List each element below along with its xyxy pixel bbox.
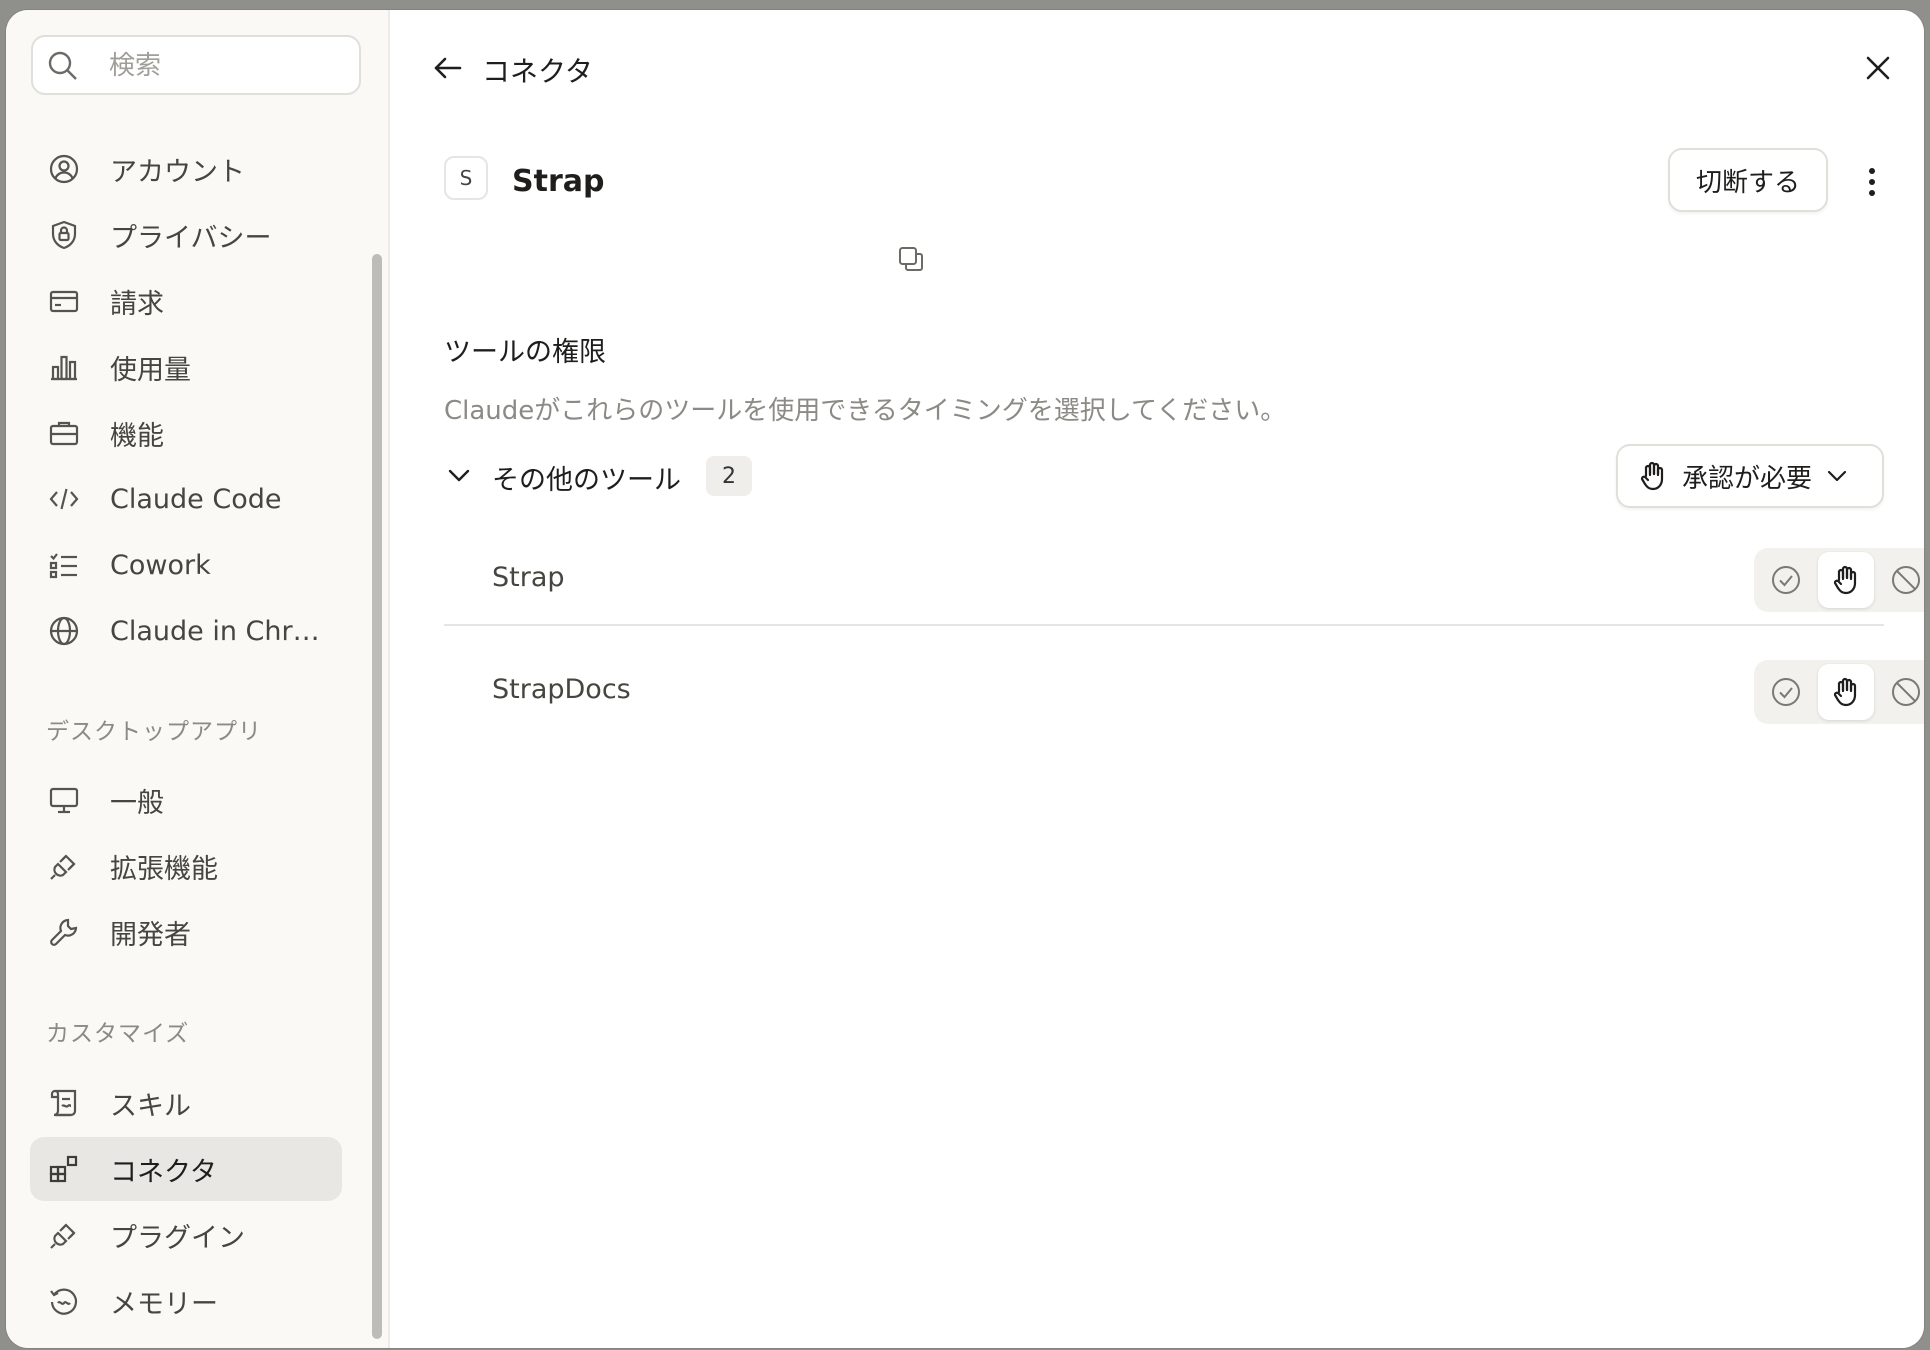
briefcase-icon — [46, 415, 82, 451]
sidebar-item-label: 一般 — [110, 787, 164, 819]
tool-group-count-badge: 2 — [706, 456, 752, 496]
sidebar-item-label: スキル — [110, 1090, 191, 1122]
sidebar-item-claude-code[interactable]: Claude Code — [30, 467, 342, 531]
hand-icon — [1833, 565, 1857, 595]
sidebar-item-label: アカウント — [110, 156, 245, 188]
sidebar-item-usage[interactable]: 使用量 — [30, 335, 342, 399]
connector-icon — [46, 1151, 82, 1187]
search-icon — [48, 51, 77, 80]
scroll-icon — [46, 1085, 82, 1121]
check-circle-icon — [1772, 678, 1800, 706]
connector-name: Strap — [512, 164, 605, 199]
main-panel: コネクタ S Strap 切断する ツールの権限 Claudeがこれらのツールを… — [390, 10, 1924, 1348]
sidebar-item-developer[interactable]: 開発者 — [30, 900, 342, 964]
always-allow-option[interactable] — [1758, 664, 1814, 720]
sidebar-item-label: Claude Code — [110, 483, 282, 515]
hand-icon — [1640, 461, 1664, 491]
sidebar-item-memory[interactable]: メモリー — [30, 1269, 342, 1333]
sidebar-item-general[interactable]: 一般 — [30, 768, 342, 832]
back-arrow-icon[interactable] — [430, 50, 466, 86]
needs-approval-option[interactable] — [1818, 664, 1874, 720]
always-allow-option[interactable] — [1758, 552, 1814, 608]
sidebar-item-label: 開発者 — [110, 919, 191, 951]
sidebar-item-claude-in-chrome[interactable]: Claude in Chr… — [30, 599, 342, 663]
globe-icon — [46, 613, 82, 649]
tool-name: Strap — [492, 562, 565, 593]
sidebar-item-label: Claude in Chr… — [110, 615, 320, 647]
page-title: コネクタ — [482, 55, 593, 88]
search-box[interactable] — [31, 35, 361, 95]
shield-lock-icon — [46, 217, 82, 253]
group-permission-label: 承認が必要 — [1682, 463, 1813, 494]
sidebar-item-label: 拡張機能 — [110, 853, 218, 885]
tool-permissions-title: ツールの権限 — [444, 337, 606, 368]
monitor-icon — [46, 782, 82, 818]
sidebar-item-cowork[interactable]: Cowork — [30, 533, 342, 597]
plug-icon — [46, 1217, 82, 1253]
credit-card-icon — [46, 283, 82, 319]
sidebar-item-label: メモリー — [110, 1288, 218, 1320]
code-icon — [46, 481, 82, 517]
search-input[interactable] — [107, 47, 341, 85]
chevron-down-icon[interactable] — [444, 460, 474, 490]
account-icon — [46, 151, 82, 187]
sidebar-item-label: 使用量 — [110, 354, 191, 386]
tool-row: StrapDocs — [444, 640, 1924, 740]
tool-name: StrapDocs — [492, 674, 631, 705]
tool-group-label[interactable]: その他のツール — [492, 458, 681, 497]
sidebar-item-billing[interactable]: 請求 — [30, 269, 342, 333]
chevron-down-icon — [1827, 470, 1847, 482]
block-option[interactable] — [1878, 664, 1924, 720]
settings-window: アカウント プライバシー 請求 使用量 機能 — [6, 10, 1924, 1348]
tool-row: Strap — [444, 528, 1924, 628]
sidebar-item-label: Cowork — [110, 549, 211, 581]
disconnect-button[interactable]: 切断する — [1668, 148, 1828, 212]
row-divider — [444, 624, 1884, 626]
needs-approval-option[interactable] — [1818, 552, 1874, 608]
bar-chart-icon — [46, 349, 82, 385]
check-circle-icon — [1772, 566, 1800, 594]
sidebar-item-skills[interactable]: スキル — [30, 1071, 342, 1135]
tool-permissions-description: Claudeがこれらのツールを使用できるタイミングを選択してください。 — [444, 396, 1287, 426]
checklist-icon — [46, 547, 82, 583]
sidebar-item-plugins[interactable]: プラグイン — [30, 1203, 342, 1267]
tool-permission-selector — [1754, 660, 1924, 724]
sidebar: アカウント プライバシー 請求 使用量 機能 — [6, 10, 390, 1348]
tool-permission-selector — [1754, 548, 1924, 612]
section-label-customize: カスタマイズ — [46, 1021, 190, 1047]
close-icon[interactable] — [1860, 50, 1896, 86]
block-icon — [1892, 678, 1920, 706]
plug-icon — [46, 848, 82, 884]
more-options-icon[interactable] — [1854, 164, 1890, 200]
sidebar-item-account[interactable]: アカウント — [30, 137, 342, 201]
sidebar-item-label: プラグイン — [110, 1222, 245, 1254]
sidebar-item-label: 機能 — [110, 420, 164, 452]
sidebar-item-features[interactable]: 機能 — [30, 401, 342, 465]
block-icon — [1892, 566, 1920, 594]
sidebar-item-privacy[interactable]: プライバシー — [30, 203, 342, 267]
sidebar-item-connectors[interactable]: コネクタ — [30, 1137, 342, 1201]
hand-icon — [1833, 677, 1857, 707]
sidebar-item-label: コネクタ — [110, 1156, 217, 1188]
sidebar-scrollbar[interactable] — [372, 254, 382, 1339]
wrench-icon — [46, 914, 82, 950]
sidebar-item-label: 請求 — [110, 288, 164, 320]
memory-icon — [46, 1283, 82, 1319]
block-option[interactable] — [1878, 552, 1924, 608]
section-label-desktop: デスクトップアプリ — [46, 719, 262, 745]
connector-logo: S — [444, 156, 488, 200]
group-permission-dropdown[interactable]: 承認が必要 — [1616, 444, 1884, 508]
copy-icon[interactable] — [896, 244, 926, 274]
sidebar-item-extensions[interactable]: 拡張機能 — [30, 834, 342, 898]
sidebar-item-label: プライバシー — [110, 222, 272, 254]
